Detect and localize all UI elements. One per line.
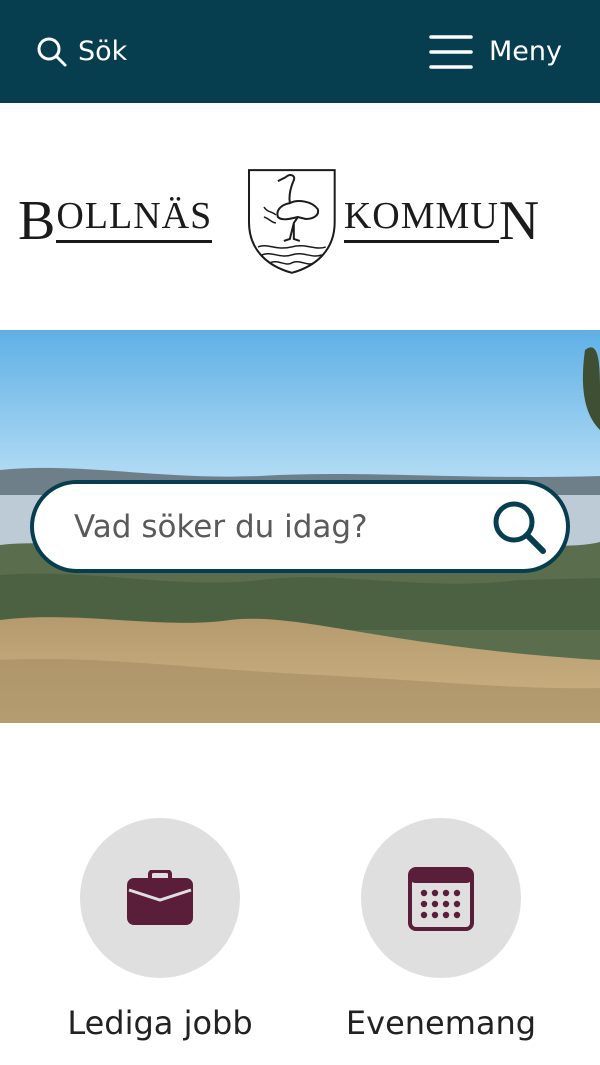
top-bar: Sök Meny — [0, 0, 600, 103]
briefcase-icon — [127, 870, 193, 925]
logo-text-right: KOMMU N — [343, 190, 541, 252]
search-submit-button[interactable] — [490, 498, 550, 558]
logo-text-left: B OLLNÄS — [18, 190, 213, 252]
menu-button[interactable]: Meny — [429, 33, 562, 71]
hamburger-icon — [429, 33, 473, 71]
hero-search-input[interactable] — [74, 508, 474, 545]
calendar-icon — [408, 867, 474, 931]
quick-link-circle — [361, 818, 521, 978]
quick-link-events[interactable]: Evenemang — [321, 818, 561, 1042]
quick-link-circle — [80, 818, 240, 978]
menu-button-label: Meny — [489, 36, 562, 67]
quick-link-label: Lediga jobb — [67, 1004, 253, 1042]
search-button-label: Sök — [78, 36, 128, 67]
search-button[interactable]: Sök — [36, 36, 127, 68]
quick-link-jobs[interactable]: Lediga jobb — [40, 818, 280, 1042]
municipality-logo[interactable]: B OLLNÄS KOMMU N — [18, 165, 583, 277]
hero-search-box — [30, 480, 570, 573]
search-icon — [36, 36, 68, 68]
crest-icon — [248, 169, 336, 274]
search-icon — [493, 501, 546, 554]
quick-link-label: Evenemang — [345, 1004, 537, 1042]
